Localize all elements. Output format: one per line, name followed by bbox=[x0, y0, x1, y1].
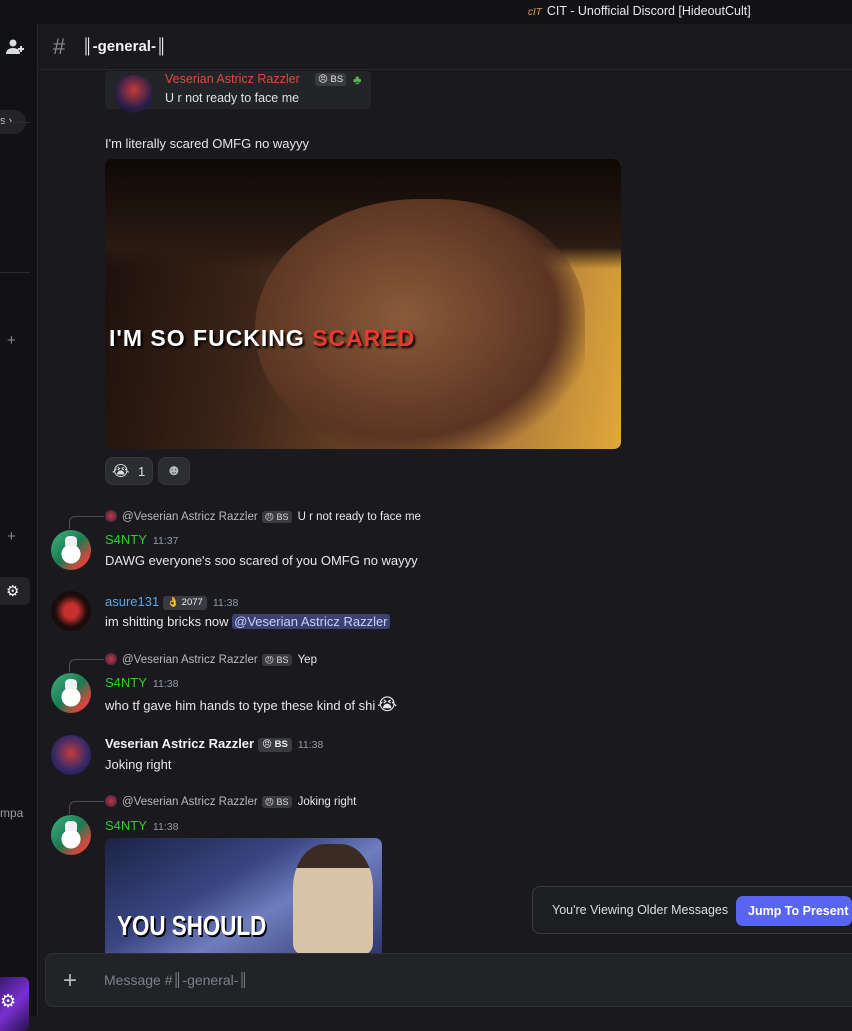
timestamp: 11:38 bbox=[297, 739, 324, 751]
crying-emoji-icon: 😭 bbox=[377, 695, 398, 714]
older-messages-text: You're Viewing Older Messages bbox=[552, 903, 729, 917]
window-title: cIT CIT - Unofficial Discord [HideoutCult… bbox=[528, 4, 751, 18]
channel-sidebar: s › + + ⚙ mpa ⚙ bbox=[0, 24, 38, 1031]
message-author: Veserian Astricz Razzler 😠 BS 11:38 bbox=[105, 736, 323, 752]
server-tag-badge: 😠 BS bbox=[261, 796, 292, 808]
image-attachment[interactable]: YOU SHOULD bbox=[105, 838, 382, 953]
reply-connector bbox=[69, 659, 104, 672]
author-name[interactable]: S4NTY bbox=[105, 675, 147, 690]
reaction-count: 1 bbox=[138, 464, 146, 479]
server-tag-badge: 👌 2077 bbox=[163, 596, 207, 610]
reaction-crying[interactable]: 😭 1 bbox=[105, 457, 153, 485]
message-list[interactable]: Veserian Astricz Razzler 😠 BS ♣ U r not … bbox=[38, 71, 852, 953]
server-tag-badge: 😠 BS bbox=[261, 654, 292, 666]
user-mention[interactable]: @Veserian Astricz Razzler bbox=[232, 614, 390, 629]
message-author: asure131 👌 2077 11:38 bbox=[105, 594, 238, 610]
add-reaction-button[interactable]: ☻ bbox=[158, 457, 190, 485]
avatar[interactable] bbox=[51, 735, 91, 775]
message-author: S4NTY 11:38 bbox=[105, 675, 178, 690]
reply-connector bbox=[69, 516, 104, 529]
add-channel-icon[interactable]: + bbox=[7, 528, 16, 545]
channel-header: # ║-general-║ bbox=[38, 24, 852, 70]
message-input[interactable] bbox=[104, 968, 704, 992]
gif-caption-red: SCARED bbox=[312, 325, 416, 351]
reply-text: U r not ready to face me bbox=[297, 511, 421, 523]
sidebar-truncated-text: mpa bbox=[0, 806, 24, 820]
avatar[interactable] bbox=[51, 591, 91, 631]
add-attachment-icon[interactable]: + bbox=[63, 967, 77, 995]
reply-connector bbox=[69, 801, 104, 814]
gif-caption: I'M SO FUCKING SCARED bbox=[109, 325, 415, 352]
reply-reference[interactable]: @Veserian Astricz Razzler 😠 BS Joking righ… bbox=[105, 795, 356, 808]
timestamp: 11:37 bbox=[152, 535, 179, 547]
reply-reference[interactable]: @Veserian Astricz Razzler 😠 BS U r not rea… bbox=[105, 510, 421, 523]
reply-author[interactable]: @Veserian Astricz Razzler bbox=[122, 796, 258, 808]
jump-to-present-button[interactable]: Jump To Present bbox=[736, 896, 852, 926]
quoted-author[interactable]: Veserian Astricz Razzler bbox=[165, 72, 300, 86]
message-text: Joking right bbox=[105, 757, 172, 772]
reply-reference[interactable]: @Veserian Astricz Razzler 😠 BS Yep bbox=[105, 653, 317, 666]
author-name[interactable]: Veserian Astricz Razzler bbox=[105, 736, 254, 751]
message-composer: + bbox=[45, 953, 852, 1007]
message-text: im shitting bricks now @Veserian Astricz… bbox=[105, 614, 390, 629]
gif-caption-white: I'M SO FUCKING bbox=[109, 325, 313, 351]
add-reaction-icon: ☻ bbox=[166, 462, 182, 479]
quoted-text: U r not ready to face me bbox=[165, 91, 300, 105]
avatar[interactable] bbox=[51, 530, 91, 570]
message-author: S4NTY 11:37 bbox=[105, 532, 178, 547]
frog-emoji-icon: ♣ bbox=[353, 72, 362, 87]
sidebar-divider bbox=[0, 272, 30, 273]
older-messages-banner: You're Viewing Older Messages Jump To Pr… bbox=[532, 886, 852, 934]
author-name[interactable]: S4NTY bbox=[105, 532, 147, 547]
window-title-text: CIT - Unofficial Discord [HideoutCult] bbox=[546, 4, 751, 18]
gif-face-shape bbox=[255, 199, 585, 449]
avatar bbox=[105, 510, 117, 522]
reply-text: Joking right bbox=[297, 796, 357, 808]
message-text: DAWG everyone's soo scared of you OMFG n… bbox=[105, 553, 418, 568]
server-tag-badge: 😠 BS bbox=[261, 511, 292, 523]
gear-icon: ⚙ bbox=[0, 991, 17, 1011]
author-name[interactable]: asure131 bbox=[105, 594, 159, 609]
reply-author[interactable]: @Veserian Astricz Razzler bbox=[122, 654, 258, 666]
server-tag-badge: 😠 BS bbox=[258, 738, 292, 752]
image-caption: YOU SHOULD bbox=[117, 910, 267, 941]
reply-author[interactable]: @Veserian Astricz Razzler bbox=[122, 511, 258, 523]
user-avatar[interactable]: ⚙ bbox=[0, 977, 29, 1031]
friends-icon[interactable] bbox=[4, 37, 26, 57]
avatar[interactable] bbox=[51, 815, 91, 855]
timestamp: 11:38 bbox=[212, 597, 239, 609]
avatar bbox=[105, 653, 117, 665]
gif-attachment[interactable]: I'M SO FUCKING SCARED bbox=[105, 159, 621, 449]
avatar bbox=[115, 75, 153, 113]
timestamp: 11:38 bbox=[152, 821, 179, 833]
message-author: S4NTY 11:38 bbox=[105, 818, 178, 833]
message-body: im shitting bricks now bbox=[105, 614, 233, 629]
timestamp: 11:38 bbox=[152, 678, 179, 690]
author-name[interactable]: S4NTY bbox=[105, 818, 147, 833]
server-tag-badge: 😠 BS bbox=[315, 73, 347, 86]
message-body: who tf gave him hands to type these kind… bbox=[105, 698, 376, 713]
settings-gear-icon[interactable]: ⚙ bbox=[0, 577, 30, 605]
message-text: I'm literally scared OMFG no wayyy bbox=[105, 136, 310, 151]
channel-title: ║-general-║ bbox=[82, 38, 167, 55]
window-titlebar: cIT CIT - Unofficial Discord [HideoutCult… bbox=[0, 0, 852, 24]
hash-icon: # bbox=[53, 34, 66, 59]
reply-text: Yep bbox=[297, 654, 317, 666]
avatar bbox=[105, 795, 117, 807]
message-text: who tf gave him hands to type these kind… bbox=[105, 695, 397, 715]
image-person-shape bbox=[293, 844, 373, 953]
quoted-message-embed[interactable]: Veserian Astricz Razzler 😠 BS ♣ U r not … bbox=[105, 71, 371, 113]
crying-emoji-icon: 😭 bbox=[112, 463, 130, 480]
server-logo-icon: cIT bbox=[528, 7, 542, 18]
add-channel-icon[interactable]: + bbox=[7, 332, 16, 349]
avatar[interactable] bbox=[51, 673, 91, 713]
sidebar-divider bbox=[0, 122, 30, 123]
